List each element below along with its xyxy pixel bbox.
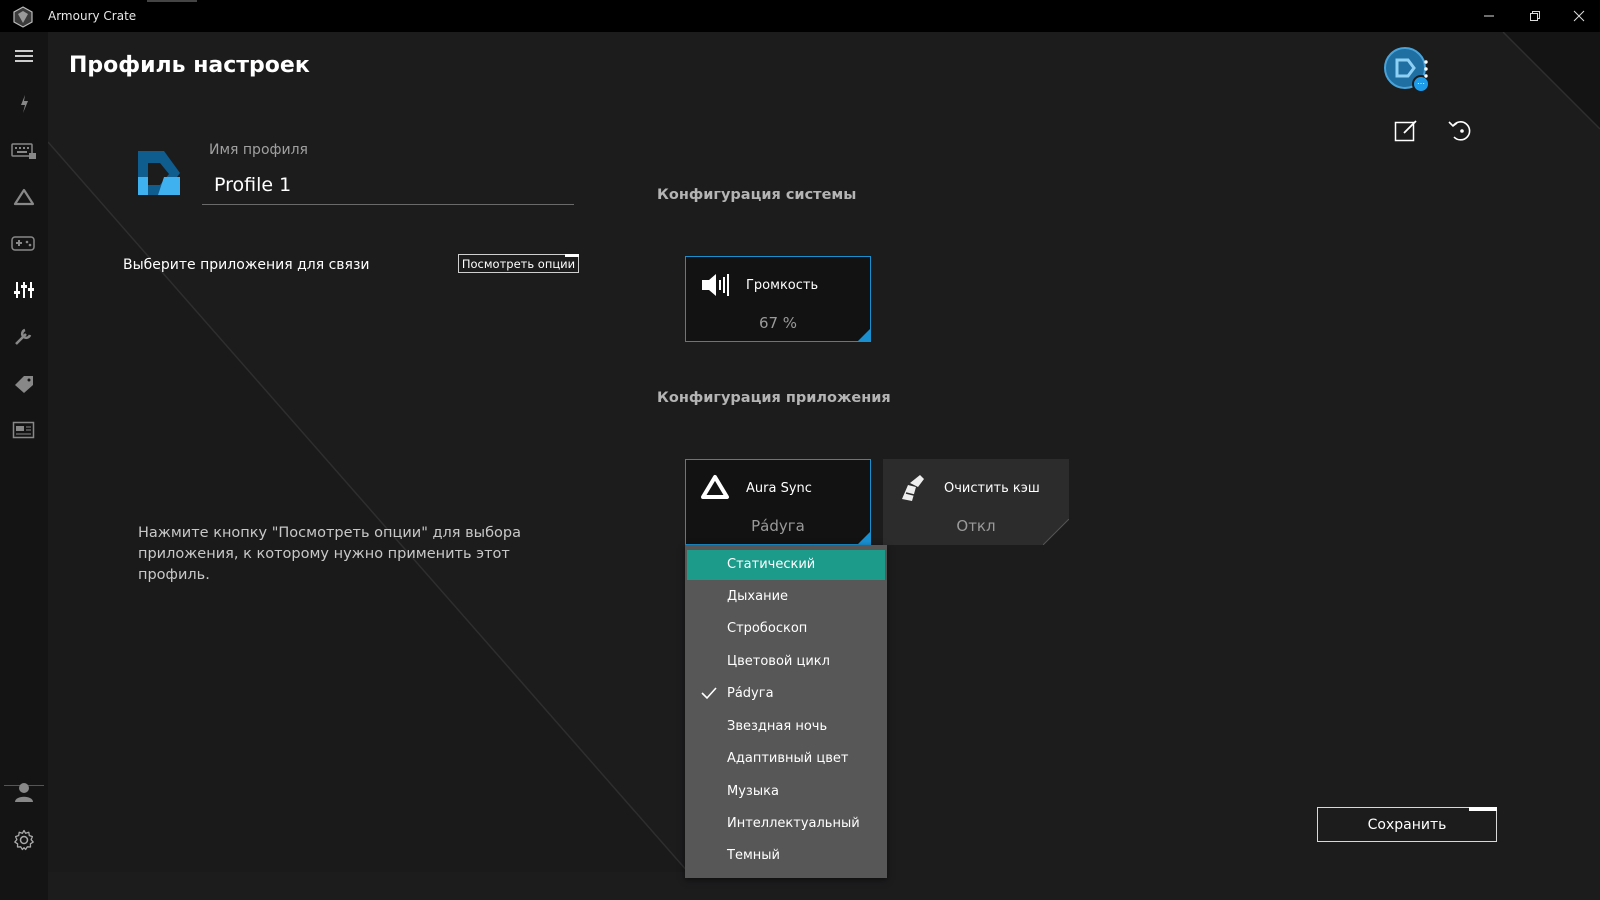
sidebar-menu-button[interactable] — [0, 34, 48, 78]
card-corner — [858, 329, 870, 341]
armoury-crate-logo-icon — [13, 6, 33, 28]
save-button[interactable]: Сохранить — [1317, 807, 1497, 842]
sidebar-item-settings[interactable] — [0, 818, 48, 862]
sidebar-item-device[interactable] — [0, 82, 48, 126]
close-icon — [1573, 10, 1585, 22]
save-button-label: Сохранить — [1367, 816, 1447, 833]
tools-icon — [15, 328, 32, 345]
restore-icon — [1530, 11, 1540, 21]
gamepad-icon — [11, 236, 35, 251]
reset-icon — [1448, 121, 1471, 141]
system-config-title: Конфигурация системы — [657, 187, 857, 203]
kebab-menu-icon — [1424, 60, 1428, 78]
close-button[interactable] — [1558, 0, 1600, 32]
aura-sync-card[interactable]: Aura Sync Рádуга — [685, 459, 871, 545]
dropdown-option[interactable]: Стробоскоп — [687, 614, 885, 644]
dropdown-option-selected[interactable]: Рádуга — [687, 679, 885, 709]
app-config-title: Конфигурация приложения — [657, 390, 891, 406]
aura-icon — [13, 188, 35, 206]
keyboard-icon — [11, 143, 36, 159]
button-notch — [565, 254, 579, 257]
card-cut-corner — [1043, 519, 1069, 545]
user-icon — [15, 783, 33, 802]
dropdown-option[interactable]: Статический — [687, 550, 885, 580]
device-icon — [21, 95, 28, 113]
checkmark-icon — [701, 687, 717, 700]
dropdown-option[interactable]: Темный — [687, 841, 885, 871]
scenario-profiles-icon — [14, 282, 34, 298]
aura-sync-value: Рádуга — [751, 517, 805, 535]
reset-button[interactable] — [1444, 114, 1476, 146]
dropdown-option[interactable]: Интеллектуальный — [687, 809, 885, 839]
aura-sync-icon — [701, 475, 729, 499]
menu-icon — [15, 50, 33, 62]
profile-name-label: Имя профиля — [209, 142, 308, 158]
volume-card[interactable]: Громкость 67 % — [685, 256, 871, 342]
volume-label: Громкость — [746, 278, 819, 293]
sidebar-item-aura[interactable] — [0, 175, 48, 219]
dropdown-option[interactable]: Музыка — [687, 777, 885, 807]
profile-logo-icon — [138, 151, 180, 195]
settings-icon — [14, 829, 34, 851]
dropdown-option[interactable]: Звездная ночь — [687, 712, 885, 742]
clear-cache-label: Очистить кэш — [944, 481, 1040, 496]
clear-cache-card[interactable]: Очистить кэш Откл — [883, 459, 1069, 545]
clear-cache-value: Откл — [956, 517, 996, 535]
aura-sync-label: Aura Sync — [746, 481, 812, 496]
dropdown-option[interactable]: Дыхание — [687, 582, 885, 612]
app-title: Armoury Crate — [48, 9, 137, 23]
minimize-button[interactable] — [1466, 0, 1512, 32]
card-corner — [858, 532, 870, 544]
dropdown-option[interactable]: Адаптивный цвет — [687, 744, 885, 774]
clear-cache-icon — [902, 475, 924, 501]
button-notch — [1469, 807, 1497, 811]
sidebar-item-gamepad[interactable] — [0, 221, 48, 265]
sidebar-item-news[interactable] — [0, 408, 48, 452]
deals-icon — [15, 376, 33, 393]
sidebar-item-deals[interactable] — [0, 361, 48, 405]
link-apps-label: Выберите приложения для связи — [123, 257, 370, 273]
page-title: Профиль настроек — [69, 53, 310, 78]
edit-button[interactable] — [1390, 114, 1422, 146]
title-bar: Armoury Crate — [0, 0, 1600, 32]
hint-text: Нажмите кнопку "Посмотреть опции" для вы… — [138, 525, 521, 583]
news-icon — [12, 421, 35, 439]
edit-icon — [1394, 120, 1417, 142]
restore-button[interactable] — [1512, 0, 1558, 32]
sidebar-item-scenario-profiles[interactable] — [0, 268, 48, 312]
titlebar-accent — [147, 0, 197, 2]
more-options-button[interactable] — [1414, 54, 1438, 84]
view-options-button[interactable]: Посмотреть опции — [458, 254, 579, 273]
minimize-icon — [1484, 15, 1494, 17]
main-panel: Профиль настроек … Имя профиля Выберите … — [48, 32, 1600, 900]
sidebar-item-tools[interactable] — [0, 314, 48, 358]
view-options-label: Посмотреть опции — [461, 256, 576, 271]
profile-name-input[interactable] — [202, 165, 574, 205]
aura-effect-dropdown: Статический Дыхание Стробоскоп Цветовой … — [685, 545, 887, 878]
volume-icon — [702, 274, 729, 296]
volume-value: 67 % — [758, 314, 798, 332]
sidebar — [0, 32, 48, 900]
dropdown-option[interactable]: Цветовой цикл — [687, 647, 885, 677]
sidebar-item-keyboard[interactable] — [0, 129, 48, 173]
sidebar-item-user[interactable] — [0, 770, 48, 814]
